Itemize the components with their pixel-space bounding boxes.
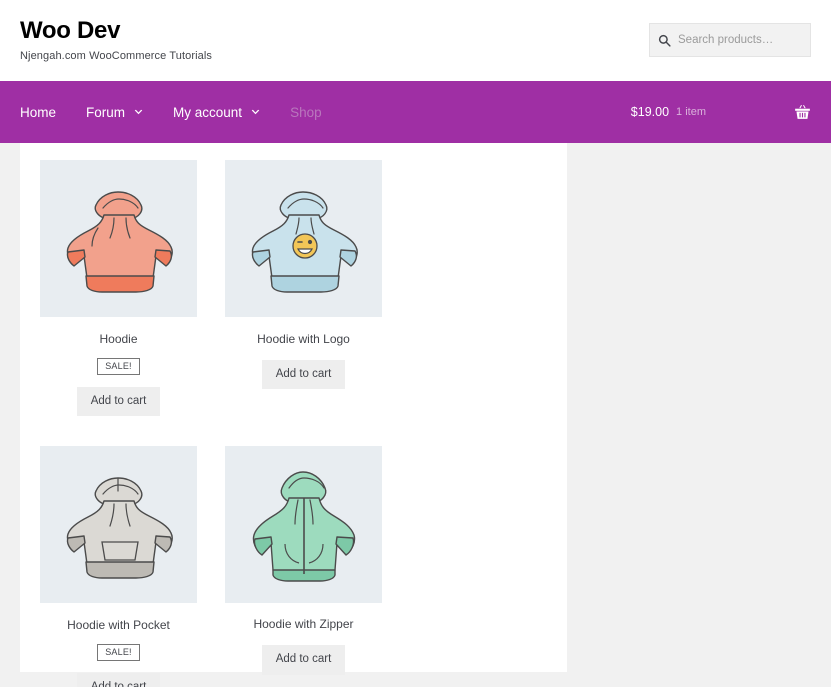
site-branding: Woo Dev Njengah.com WooCommerce Tutorial… — [20, 17, 213, 63]
shopping-basket-icon[interactable] — [794, 104, 811, 121]
site-title[interactable]: Woo Dev — [20, 17, 212, 44]
site-tagline: Njengah.com WooCommerce Tutorials — [20, 50, 213, 63]
product-card[interactable]: Hoodie with Logo Add to cart — [211, 160, 396, 416]
product-grid: Hoodie SALE! Add to cart Hoodie with Log… — [20, 160, 567, 687]
product-image-hoodie-with-pocket[interactable] — [40, 446, 197, 604]
add-to-cart-button[interactable]: Add to cart — [261, 644, 346, 675]
sale-badge: SALE! — [97, 357, 140, 375]
chevron-down-icon[interactable] — [251, 108, 260, 117]
product-search-form[interactable] — [649, 23, 811, 57]
nav-item-label: My account — [173, 104, 243, 120]
cart-summary[interactable]: $19.00 1 item — [631, 104, 811, 121]
search-input[interactable] — [678, 34, 802, 46]
cart-item-count: 1 item — [676, 106, 706, 118]
product-card[interactable]: Hoodie with Pocket SALE! Add to cart — [26, 446, 211, 687]
nav-item-home[interactable]: Home — [20, 81, 56, 143]
product-image-hoodie-with-logo[interactable] — [225, 160, 382, 317]
product-title[interactable]: Hoodie — [26, 332, 211, 348]
add-to-cart-button[interactable]: Add to cart — [76, 672, 161, 687]
site-header: Woo Dev Njengah.com WooCommerce Tutorial… — [0, 0, 831, 81]
shop-content-area: Hoodie SALE! Add to cart Hoodie with Log… — [20, 143, 567, 687]
nav-item-label: Home — [20, 104, 57, 120]
add-to-cart-button[interactable]: Add to cart — [76, 386, 161, 417]
page-body: Hoodie SALE! Add to cart Hoodie with Log… — [20, 143, 811, 687]
nav-item-label: Forum — [86, 104, 126, 120]
chevron-down-icon[interactable] — [134, 108, 143, 117]
product-title[interactable]: Hoodie with Logo — [211, 332, 396, 348]
product-image-hoodie[interactable] — [40, 160, 197, 317]
nav-item-shop[interactable]: Shop — [290, 81, 322, 143]
nav-item-forum[interactable]: Forum — [86, 81, 143, 143]
sale-badge: SALE! — [97, 643, 140, 661]
nav-item-label: Shop — [290, 104, 322, 120]
nav-menu: Home Forum My account Shop — [20, 81, 352, 143]
add-to-cart-button[interactable]: Add to cart — [261, 359, 346, 390]
product-image-hoodie-with-zipper[interactable] — [225, 446, 382, 604]
nav-item-my-account[interactable]: My account — [173, 81, 260, 143]
product-card[interactable]: Hoodie SALE! Add to cart — [26, 160, 211, 417]
primary-navigation: Home Forum My account Shop $19.00 1 item — [0, 81, 831, 143]
product-title[interactable]: Hoodie with Zipper — [211, 617, 396, 633]
product-title[interactable]: Hoodie with Pocket — [26, 618, 211, 634]
cart-total-amount: $19.00 — [630, 105, 670, 119]
product-card[interactable]: Hoodie with Zipper Add to cart — [211, 446, 396, 687]
search-icon — [658, 34, 671, 47]
